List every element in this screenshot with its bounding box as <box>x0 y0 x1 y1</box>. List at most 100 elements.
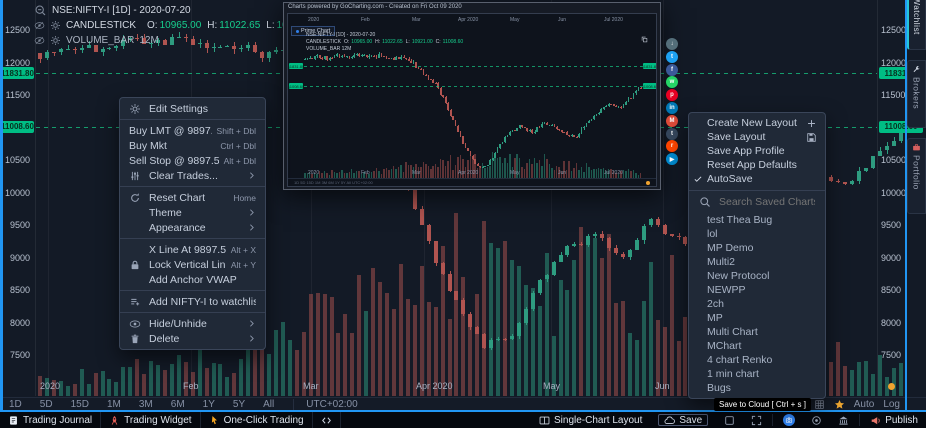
checkbox-icon-button[interactable] <box>716 412 743 428</box>
facebook-share-button[interactable]: f <box>666 64 678 76</box>
gear-icon[interactable] <box>50 35 61 46</box>
menu-item-reset-app-defaults[interactable]: Reset App Defaults <box>689 158 825 172</box>
timeframe-6m[interactable]: 6M <box>162 399 194 410</box>
menu-item-hide-unhide[interactable]: Hide/Unhide <box>120 316 265 331</box>
candle-body <box>864 168 868 171</box>
code-icon-button[interactable] <box>313 412 341 428</box>
saved-chart-item[interactable]: Bugs <box>689 381 825 395</box>
menu-item-appearance[interactable]: Appearance <box>120 220 265 235</box>
timeframe-5y[interactable]: 5Y <box>224 399 254 410</box>
menu-item-edit-settings[interactable]: Edit Settings <box>120 101 265 116</box>
side-tab-portfolio[interactable]: Portfolio <box>907 138 926 214</box>
saved-chart-item[interactable]: 4 chart Renko <box>689 353 825 367</box>
price-tick-label: 7500 <box>881 350 901 360</box>
volume-eye-off-icon[interactable] <box>34 35 45 46</box>
save-button[interactable]: Save <box>650 412 716 428</box>
menu-item-theme[interactable]: Theme <box>120 205 265 220</box>
menu-item-clear-trades[interactable]: Clear Trades... <box>120 168 265 183</box>
menu-item-label: Save App Profile <box>707 145 785 157</box>
timeframe-15d[interactable]: 15D <box>62 399 98 410</box>
eye-slash-icon[interactable] <box>34 20 45 31</box>
menu-item-x-line-at-9897-59[interactable]: X Line At 9897.59Alt + X <box>120 242 265 257</box>
menu-item-delete[interactable]: Delete <box>120 331 265 346</box>
publish-button[interactable]: Publish <box>862 412 926 428</box>
grid-settings-icon[interactable] <box>814 399 825 410</box>
star-icon[interactable] <box>834 399 845 410</box>
menu-item-buy-mkt[interactable]: Buy MktCtrl + Dbl <box>120 138 265 153</box>
menu-shortcut: Home <box>233 193 256 203</box>
eye-off-icon[interactable] <box>34 20 45 31</box>
saved-chart-item[interactable]: MP Demo <box>689 241 825 255</box>
saved-charts-search[interactable] <box>689 190 825 213</box>
timezone-button[interactable]: UTC+02:00 <box>293 399 357 410</box>
auto-scale-button[interactable]: Auto <box>854 399 875 410</box>
sync-icon-button[interactable] <box>803 412 830 428</box>
menu-item-autosave[interactable]: AutoSave <box>689 172 825 186</box>
snapshot-chart-header: NSE:NIFTY-I [1D] - 2020-07-20 CANDLESTIC… <box>306 32 463 52</box>
candle-body <box>683 237 687 244</box>
zoom-out-icon[interactable] <box>34 4 47 17</box>
candle-body <box>572 244 576 246</box>
saved-chart-item[interactable]: Multi2 <box>689 255 825 269</box>
search-input[interactable] <box>717 195 817 209</box>
candle-body <box>871 156 875 168</box>
gear-icon[interactable] <box>50 20 61 31</box>
twitter-share-button[interactable]: t <box>666 51 678 63</box>
linkedin-share-button[interactable]: in <box>666 102 678 114</box>
timeframe-1y[interactable]: 1Y <box>194 399 224 410</box>
eye-slash-icon[interactable] <box>34 35 45 46</box>
candle-body <box>503 339 507 340</box>
saved-chart-item[interactable]: NEWPP <box>689 283 825 297</box>
bank-icon <box>838 415 849 426</box>
menu-item-sell-stop-9897-59[interactable]: Sell Stop @ 9897.59Alt + Dbl <box>120 153 265 168</box>
timeframe-5d[interactable]: 5D <box>31 399 62 410</box>
menu-item-reset-chart[interactable]: Reset ChartHome <box>120 190 265 205</box>
star-icon <box>834 399 845 410</box>
trading-journal-button[interactable]: Trading Journal <box>0 412 101 428</box>
timeframe-1m[interactable]: 1M <box>98 399 130 410</box>
menu-item-save-app-profile[interactable]: Save App Profile <box>689 144 825 158</box>
side-tab-brokers[interactable]: Brokers <box>907 60 926 128</box>
menu-item-lock-vertical-line[interactable]: Lock Vertical LineAlt + Y <box>120 257 265 272</box>
gmail-share-button[interactable]: M <box>666 115 678 127</box>
download-share-button[interactable]: ↓ <box>666 38 678 50</box>
single-chart-layout-button[interactable]: Single-Chart Layout <box>531 412 650 428</box>
candle-body <box>52 52 56 53</box>
saved-chart-item[interactable]: Multi Chart <box>689 325 825 339</box>
camera-icon-button[interactable] <box>775 412 803 428</box>
saved-chart-item[interactable]: 1 min chart <box>689 367 825 381</box>
candle-body <box>441 263 445 274</box>
menu-item-create-new-layout[interactable]: Create New Layout <box>689 116 825 130</box>
menu-item-save-layout[interactable]: Save Layout <box>689 130 825 144</box>
tab-dot-icon <box>296 30 299 33</box>
symbol-title[interactable]: NSE:NIFTY-I [1D] - 2020-07-20 <box>52 5 191 16</box>
trading-widget-button[interactable]: Trading Widget <box>101 412 200 428</box>
bank-icon-button[interactable] <box>830 412 857 428</box>
timeframe-all[interactable]: All <box>254 399 283 410</box>
one-click-trading-button[interactable]: One-Click Trading <box>201 412 313 428</box>
saved-chart-item[interactable]: MChart <box>689 339 825 353</box>
grid-icon <box>814 399 825 410</box>
tumblr-share-button[interactable]: t <box>666 128 678 140</box>
menu-shortcut: Alt + Y <box>231 260 256 270</box>
log-scale-button[interactable]: Log <box>883 399 900 410</box>
candle-body <box>642 226 646 241</box>
timeframe-1d[interactable]: 1D <box>0 399 31 410</box>
saved-chart-item[interactable]: test Thea Bug <box>689 213 825 227</box>
timeframe-3m[interactable]: 3M <box>130 399 162 410</box>
saved-chart-item[interactable]: lol <box>689 227 825 241</box>
candle-body <box>531 293 535 309</box>
menu-item-add-anchor-vwap[interactable]: Add Anchor VWAP <box>120 272 265 287</box>
candle-body <box>274 50 278 52</box>
expand-icon-button[interactable] <box>743 412 770 428</box>
menu-item-buy-lmt-9897-59[interactable]: Buy LMT @ 9897.59Shift + Dbl <box>120 123 265 138</box>
saved-chart-item[interactable]: MP <box>689 311 825 325</box>
side-tab-watchlist[interactable]: Watchlist <box>907 0 926 50</box>
code-icon <box>321 415 332 426</box>
series-settings-gear-icon[interactable] <box>50 20 61 31</box>
saved-chart-item[interactable]: 2ch <box>689 297 825 311</box>
volume-settings-gear-icon[interactable] <box>50 35 61 46</box>
menu-item-add-nifty-i-to-watchlist[interactable]: Add NIFTY-I to watchlist <box>120 294 265 309</box>
zoom-out-icon[interactable] <box>34 4 47 17</box>
saved-chart-item[interactable]: New Protocol <box>689 269 825 283</box>
